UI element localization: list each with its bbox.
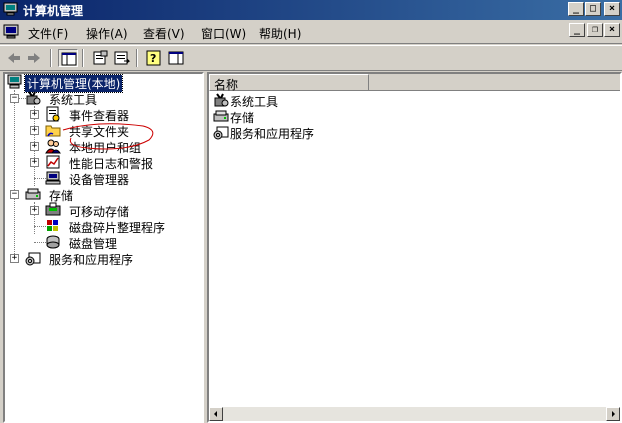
services-apps-icon [25,252,41,266]
storage-icon [25,188,41,200]
services-apps-icon [213,126,229,140]
storage-icon [213,110,229,122]
forward-arrow-icon [28,53,40,63]
mdi-restore-button[interactable]: ❐ [587,23,603,37]
console-tree-icon [61,52,77,66]
tree-item-label: 磁盘管理 [69,237,118,251]
properties-icon [93,50,108,65]
toolbar-separator [50,49,52,67]
console-icon[interactable] [3,24,21,40]
expand-toggle[interactable]: + [10,254,19,263]
menu-action[interactable]: 操作(A) [86,25,128,42]
toolbar: ? [0,45,622,71]
list-header: 名称 [209,74,620,92]
menu-file[interactable]: 文件(F) [28,25,68,42]
help-icon: ? [146,50,161,66]
title-bar[interactable]: 计算机管理 _ □ × [0,0,622,20]
column-header-name[interactable]: 名称 [209,74,369,92]
show-hide-tree-button[interactable] [58,49,78,67]
forward-button[interactable] [24,49,44,67]
export-list-button[interactable] [112,49,132,67]
export-list-icon [114,51,131,65]
help-button[interactable]: ? [144,49,164,67]
toolbar-separator [82,49,84,67]
expand-toggle[interactable]: + [30,206,39,215]
tree-line [14,90,15,260]
disk-defragmenter-icon [47,220,58,231]
collapse-toggle[interactable]: − [10,94,19,103]
expand-toggle[interactable]: + [30,158,39,167]
mdi-close-button[interactable]: × [604,23,620,37]
computer-icon [7,74,22,89]
menu-help[interactable]: 帮助(H) [259,25,301,42]
horizontal-scrollbar[interactable] [209,407,620,421]
tree-item-label: 设备管理器 [69,173,130,187]
disk-management-icon [46,235,60,249]
menu-bar: 文件(F) 操作(A) 查看(V) 窗口(W) 帮助(H) _ ❐ × [0,20,622,44]
list-item-label: 系统工具 [230,95,279,109]
minimize-button[interactable]: _ [568,2,584,16]
tree-item-label: 可移动存储 [69,205,130,219]
mdi-minimize-button[interactable]: _ [569,23,585,37]
expand-toggle[interactable]: + [30,126,39,135]
scroll-left-icon [214,411,217,417]
maximize-button[interactable]: □ [585,2,601,16]
expand-toggle[interactable]: + [30,110,39,119]
system-tools-icon [26,91,41,105]
system-tools-icon [214,93,229,107]
details-pane[interactable]: 名称 系统工具 存储 服务和应用程序 [207,72,622,423]
properties-button[interactable] [90,49,110,67]
device-manager-icon [45,171,61,185]
computer-management-icon [3,2,18,16]
tree-item-label: 服务和应用程序 [49,253,134,267]
console-tree[interactable]: 计算机管理(本地) − 系统工具 + 事件查看器 + 共享文件夹 + 本地用户和… [3,72,204,423]
back-button[interactable] [4,49,24,67]
list-item-label: 服务和应用程序 [230,127,315,141]
scroll-left-button[interactable] [209,407,223,421]
toolbar-separator [136,49,138,67]
scroll-right-button[interactable] [606,407,620,421]
menu-view[interactable]: 查看(V) [143,25,185,42]
window-title: 计算机管理 [23,4,84,18]
action-pane-icon [168,51,184,65]
scroll-right-icon [612,411,615,417]
expand-toggle[interactable]: + [30,142,39,151]
list-item-label: 存储 [230,111,255,125]
back-arrow-icon [8,53,20,63]
close-button[interactable]: × [604,2,620,16]
show-hide-action-pane-button[interactable] [166,49,186,67]
tree-item-label: 磁盘碎片整理程序 [69,221,166,235]
annotation-ellipse [62,123,154,150]
menu-window[interactable]: 窗口(W) [201,25,246,42]
removable-storage-icon [45,202,61,216]
svg-text:?: ? [150,52,156,65]
collapse-toggle[interactable]: − [10,190,19,199]
